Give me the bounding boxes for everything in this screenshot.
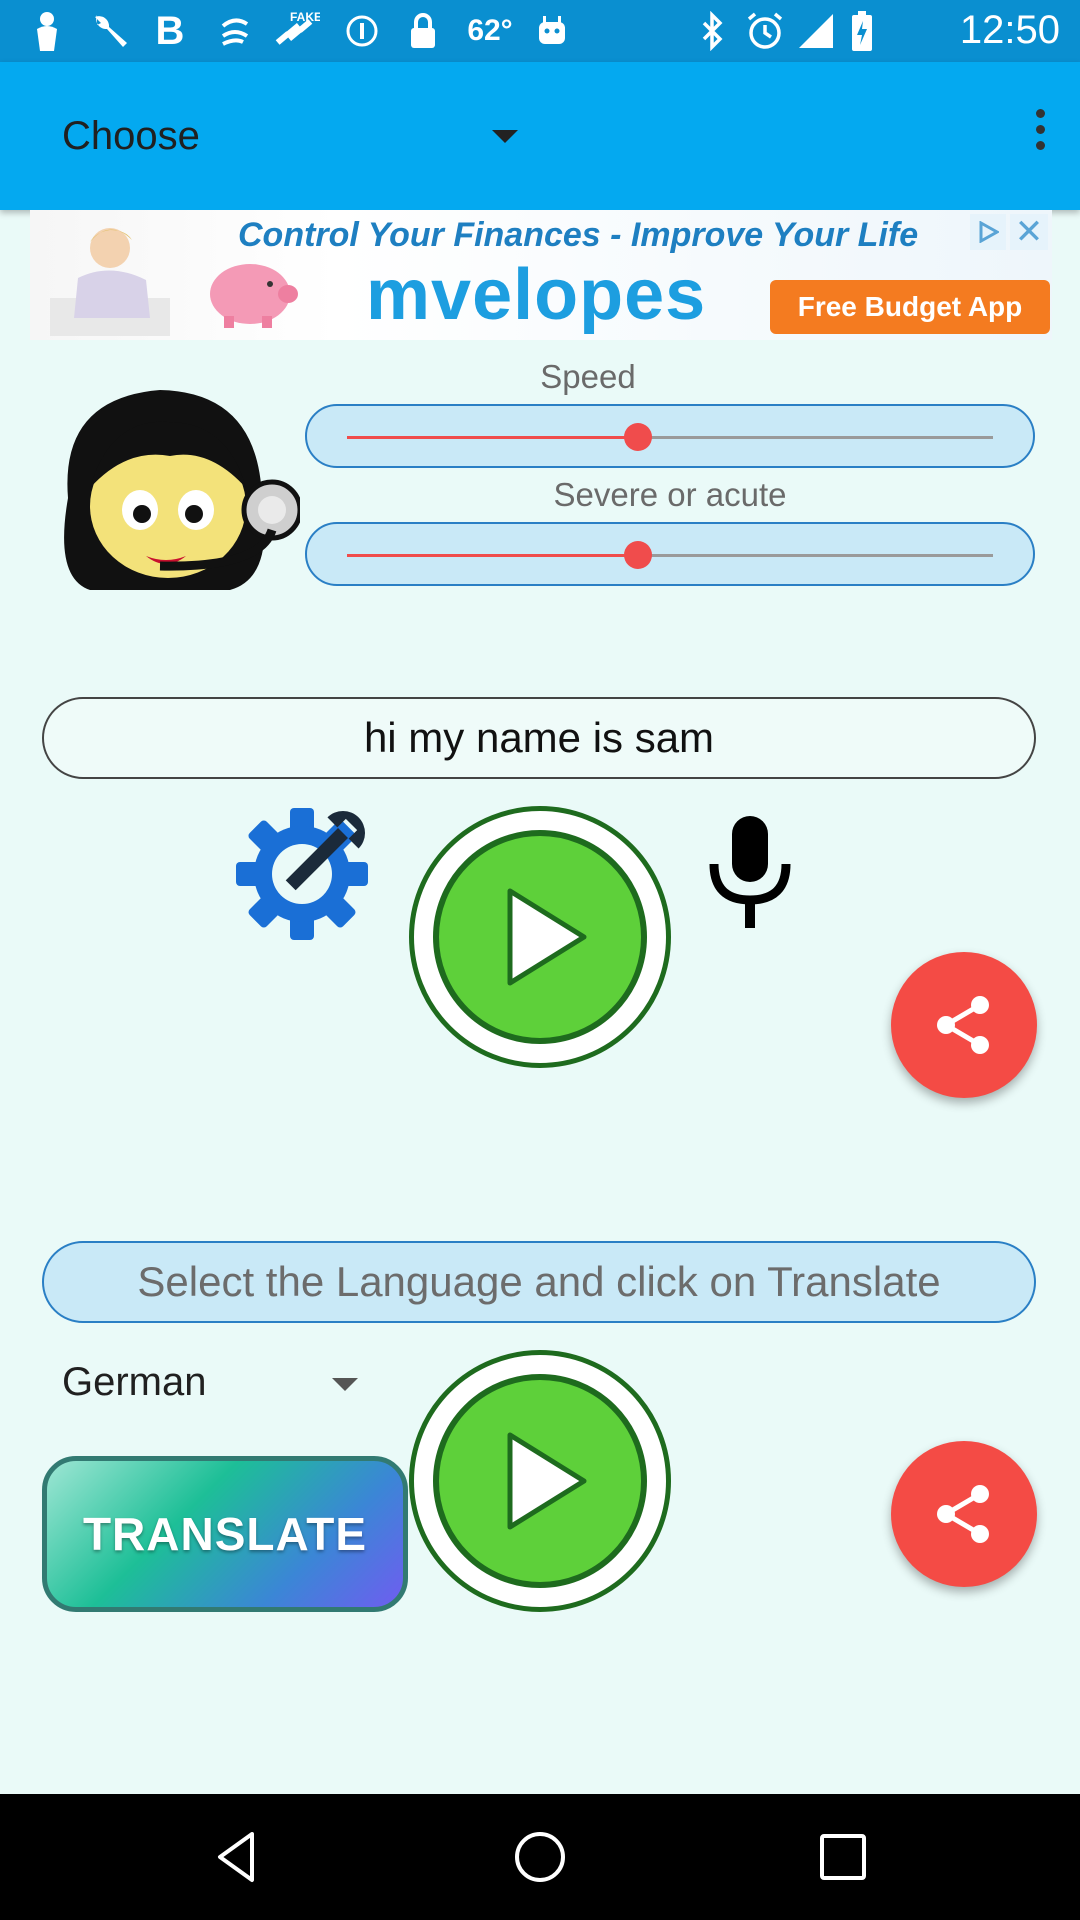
pitch-slider-rail: [347, 541, 993, 569]
translated-play-button-inner: [433, 1374, 647, 1588]
settings-gear-icon: [236, 808, 368, 940]
svg-text:FAKE: FAKE: [290, 10, 320, 24]
alarm-icon: [744, 10, 786, 52]
translated-play-button[interactable]: [409, 1350, 671, 1612]
back-icon[interactable]: [204, 1824, 270, 1890]
share-icon: [937, 996, 989, 1054]
speed-slider-fill: [347, 436, 638, 439]
signal-icon: [796, 10, 836, 52]
fake-gps-icon: FAKE: [272, 10, 320, 52]
microphone-icon: [709, 816, 791, 928]
ad-cta-button[interactable]: Free Budget App: [770, 280, 1050, 334]
ad-brand: mvelopes: [366, 255, 707, 335]
speed-slider-thumb[interactable]: [623, 423, 652, 451]
share-button[interactable]: [891, 952, 1037, 1098]
navigation-bar: [0, 1794, 1080, 1920]
pitch-slider-thumb[interactable]: [623, 541, 652, 569]
ad-close-icon[interactable]: ✕: [1010, 213, 1048, 251]
text-input[interactable]: hi my name is sam: [42, 697, 1036, 779]
info-circle-icon: [344, 10, 380, 52]
play-icon: [507, 1432, 587, 1530]
pitch-slider-fill: [347, 554, 638, 557]
dropdown-arrow-icon: [492, 130, 518, 143]
wrench-icon: [88, 10, 130, 52]
app-bar: Choose: [0, 62, 1080, 210]
battery-icon: [848, 10, 876, 52]
speed-label: Speed: [540, 358, 636, 395]
play-button[interactable]: [409, 806, 671, 1068]
play-button-inner: [433, 830, 647, 1044]
overflow-menu-icon[interactable]: [1028, 104, 1052, 164]
pitch-label: Severe or acute: [553, 476, 787, 513]
ad-banner[interactable]: Control Your Finances - Improve Your Lif…: [30, 210, 1052, 340]
piggy-bank-image: [210, 264, 298, 328]
play-icon: [507, 888, 587, 986]
speed-slider[interactable]: [305, 404, 1035, 468]
ad-headline: Control Your Finances - Improve Your Lif…: [238, 216, 919, 254]
home-icon[interactable]: [507, 1824, 573, 1890]
share-icon: [937, 1485, 989, 1543]
voice-dropdown-label: Choose: [62, 114, 200, 158]
language-dropdown-arrow-icon: [332, 1378, 358, 1391]
bold-b-icon: B: [155, 8, 185, 53]
instruction-text: Select the Language and click on Transla…: [42, 1241, 1036, 1323]
translate-button[interactable]: TRANSLATE: [42, 1456, 408, 1612]
settings-button[interactable]: [234, 806, 370, 942]
lock-icon: [406, 10, 440, 52]
status-bar: B FAKE 62° 12:50: [0, 0, 1080, 62]
microphone-button[interactable]: [700, 812, 800, 932]
translated-share-button[interactable]: [891, 1441, 1037, 1587]
clock: 12:50: [959, 8, 1060, 52]
swirl-icon: [218, 10, 252, 52]
avatar-icon: [64, 390, 300, 590]
bluetooth-icon: [696, 10, 730, 52]
temperature-text: 62°: [467, 14, 513, 47]
language-dropdown-label: German: [62, 1360, 207, 1404]
speed-slider-rail: [347, 423, 993, 451]
android-icon: [534, 10, 570, 52]
recents-icon[interactable]: [810, 1824, 876, 1890]
person-icon: [30, 10, 64, 52]
ad-choices-icon[interactable]: [970, 214, 1006, 250]
pitch-slider[interactable]: [305, 522, 1035, 586]
voice-dropdown[interactable]: Choose: [0, 62, 560, 210]
ad-person-image: [50, 228, 170, 336]
